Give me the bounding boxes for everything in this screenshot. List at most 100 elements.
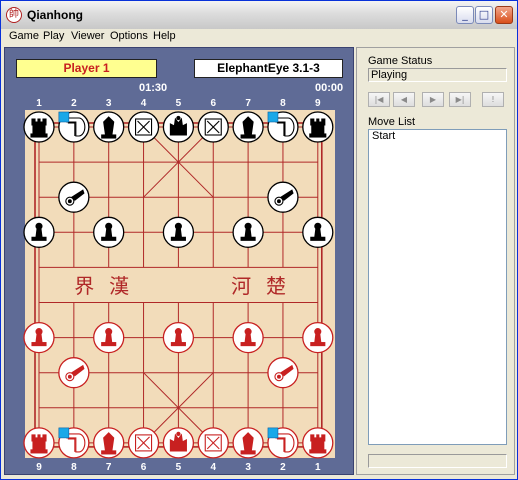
elephant-glyph [103, 116, 115, 137]
file-label-bottom: 7 [106, 462, 112, 473]
file-label-bottom: 4 [210, 462, 216, 473]
soldier-glyph [310, 342, 326, 347]
file-label-top: 6 [210, 98, 216, 109]
red-elephant-piece[interactable] [232, 427, 264, 459]
file-label-bottom: 6 [141, 462, 147, 473]
close-icon: ✕ [499, 8, 509, 21]
move-highlight-marker [58, 111, 70, 123]
move-list[interactable]: Start [368, 129, 507, 445]
black-general-piece[interactable] [162, 111, 195, 143]
previous-move-icon: ◀ [400, 95, 408, 104]
black-chariot-piece[interactable] [302, 111, 334, 143]
red-advisor-piece[interactable] [127, 427, 160, 459]
red-cannon-piece[interactable] [267, 357, 299, 389]
black-elephant-piece[interactable] [93, 111, 125, 143]
red-soldier-piece[interactable] [23, 321, 55, 354]
soldier-glyph [244, 328, 252, 336]
red-soldier-piece[interactable] [302, 321, 334, 354]
black-soldier-piece[interactable] [232, 216, 264, 248]
file-label-bottom: 8 [71, 462, 77, 473]
red-elephant-piece[interactable] [93, 427, 125, 459]
soldier-glyph [105, 228, 113, 238]
minimize-icon: _ [462, 8, 468, 21]
next-move-button[interactable]: ▶ [422, 92, 444, 107]
move-highlight-marker [267, 111, 279, 123]
menu-play[interactable]: Play [43, 30, 64, 42]
soldier-glyph [240, 236, 256, 241]
menu-viewer[interactable]: Viewer [71, 30, 104, 42]
file-label-bottom: 5 [176, 462, 182, 473]
chariot-glyph [30, 133, 48, 138]
file-label-bottom: 1 [315, 462, 321, 473]
chariot-glyph [31, 434, 47, 452]
previous-move-button[interactable]: ◀ [393, 92, 415, 107]
soldier-glyph [174, 222, 182, 230]
red-chariot-piece[interactable] [23, 427, 55, 459]
red-advisor-piece[interactable] [197, 427, 229, 459]
black-advisor-piece[interactable] [197, 111, 229, 143]
file-label-top: 2 [71, 98, 77, 109]
red-chariot-piece[interactable] [302, 427, 334, 459]
soldier-glyph [170, 236, 186, 241]
soldier-glyph [174, 328, 182, 336]
red-general-piece[interactable] [162, 427, 195, 459]
river-label: 河 [231, 274, 251, 298]
soldier-glyph [170, 342, 186, 347]
soldier-glyph [244, 222, 252, 230]
last-move-button[interactable]: ▶| [449, 92, 471, 107]
black-soldier-piece[interactable] [23, 216, 55, 248]
black-elephant-piece[interactable] [232, 111, 264, 143]
elephant-glyph [240, 134, 256, 139]
soldier-glyph [240, 342, 256, 347]
soldier-glyph [174, 228, 183, 238]
black-advisor-piece[interactable] [127, 111, 160, 143]
black-cannon-piece[interactable] [58, 181, 90, 213]
window-title: Qianhong [27, 8, 83, 22]
board-panel: Player 1 ElephantEye 3.1-3 01:30 00:00 界… [4, 47, 354, 475]
soldier-glyph [244, 334, 252, 344]
minimize-button[interactable]: _ [456, 6, 474, 24]
file-label-top: 3 [106, 98, 112, 109]
soldier-glyph [35, 328, 43, 336]
xiangqi-board[interactable]: 界漢 河楚 1 9 2 8 3 7 4 6 5 5 6 4 7 3 8 2 9 1 [5, 48, 355, 476]
title-bar[interactable]: 帥 Qianhong _ □ ✕ [1, 1, 517, 29]
red-cannon-piece[interactable] [58, 357, 90, 389]
menu-game[interactable]: Game [9, 30, 39, 42]
red-soldier-piece[interactable] [162, 321, 195, 354]
soldier-glyph [35, 228, 43, 238]
close-button[interactable]: ✕ [495, 6, 513, 24]
move-list-item[interactable]: Start [369, 130, 506, 143]
chariot-glyph [31, 118, 47, 136]
menu-help[interactable]: Help [153, 30, 176, 42]
soldier-glyph [314, 222, 322, 230]
soldier-glyph [314, 328, 322, 336]
soldier-glyph [35, 334, 43, 344]
maximize-button[interactable]: □ [475, 6, 493, 24]
menu-bar: Game Play Viewer Options Help [1, 29, 517, 46]
black-chariot-piece[interactable] [23, 111, 55, 143]
last-move-icon: ▶| [455, 95, 465, 104]
cannon-glyph [67, 199, 72, 204]
chariot-glyph [310, 434, 326, 452]
river-label: 界 [74, 274, 94, 298]
file-label-top: 4 [141, 98, 147, 109]
elephant-glyph [240, 450, 256, 455]
red-soldier-piece[interactable] [93, 321, 125, 354]
first-move-button[interactable]: |◀ [368, 92, 390, 107]
cannon-glyph [277, 199, 281, 204]
comment-field[interactable] [368, 454, 507, 468]
soldier-glyph [35, 222, 43, 230]
black-cannon-piece[interactable] [267, 181, 299, 213]
black-soldier-piece[interactable] [162, 216, 195, 248]
move-highlight-marker [58, 427, 70, 439]
qianhong-app-icon[interactable]: 帥 [6, 7, 22, 23]
red-soldier-piece[interactable] [232, 321, 264, 354]
black-soldier-piece[interactable] [93, 216, 125, 248]
hint-button[interactable]: ! [482, 92, 504, 107]
black-soldier-piece[interactable] [302, 216, 334, 248]
chariot-glyph [309, 449, 327, 454]
menu-options[interactable]: Options [110, 30, 148, 42]
soldier-glyph [105, 222, 113, 230]
file-label-bottom: 3 [245, 462, 251, 473]
soldier-glyph [314, 334, 322, 344]
